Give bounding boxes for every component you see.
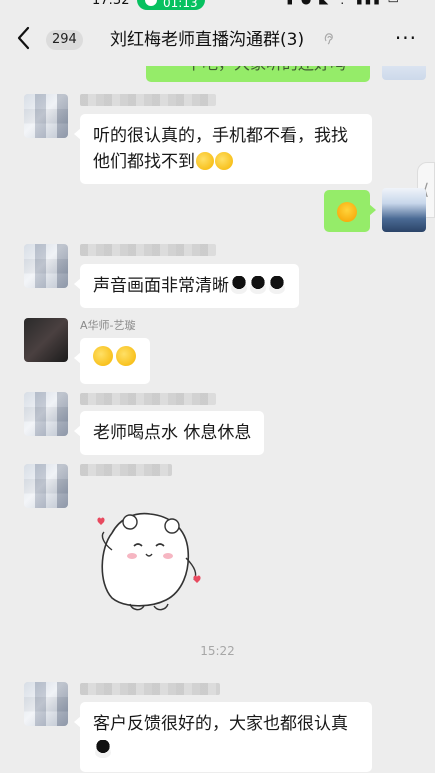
message-text: 声音画面非常清晰 [93, 276, 229, 296]
chat-message-list[interactable]: 一下吧，大家听的还好吗 ⟨ 听的很认真的，手机都不看，我找 他们都找不到 声音画… [0, 66, 435, 773]
message-bubble[interactable]: 听的很认真的，手机都不看，我找 他们都找不到 [74, 114, 372, 184]
status-bar: 17:32 01:13 ▮ ● ◣ ⋮ ▮▮▮ ▭ [0, 0, 435, 14]
chat-title: 刘红梅老师直播沟通群(3) [110, 30, 305, 50]
qq-penguin-emoji-icon [249, 276, 267, 294]
shy-face-emoji-icon [116, 346, 136, 366]
back-button[interactable] [16, 26, 44, 54]
nickname-blurred [80, 464, 172, 476]
self-avatar[interactable] [382, 188, 426, 232]
self-message-bubble[interactable] [324, 190, 376, 232]
message-text: 老师喝点水 休息休息 [93, 423, 252, 443]
nickname-blurred [80, 94, 216, 106]
chevron-left-icon [17, 26, 30, 50]
time-separator: 15:22 [200, 644, 235, 658]
message-bubble[interactable]: 声音画面非常清晰 [74, 264, 299, 308]
avatar[interactable] [24, 464, 68, 508]
phone-icon [145, 0, 157, 6]
status-time: 17:32 [92, 0, 130, 8]
nickname: A华师-艺璇 [80, 319, 136, 332]
avatar[interactable] [24, 94, 68, 138]
qq-penguin-emoji-icon [230, 276, 248, 294]
avatar[interactable] [24, 682, 68, 726]
unread-count-badge[interactable]: 294 [46, 30, 83, 50]
avatar[interactable] [24, 244, 68, 288]
message-text: 客户反馈很好的，大家也都很认真 [93, 714, 348, 734]
shy-face-emoji-icon [215, 152, 233, 170]
more-button[interactable]: ··· [395, 26, 417, 50]
shy-face-emoji-icon [93, 346, 113, 366]
nickname-blurred [80, 683, 220, 695]
ear-icon [324, 33, 333, 45]
qq-penguin-emoji-icon [268, 276, 286, 294]
cute-white-bear-sticker[interactable] [90, 488, 210, 618]
chat-header: 294 刘红梅老师直播沟通群(3) ··· [0, 14, 435, 66]
avatar[interactable] [24, 392, 68, 436]
message-bubble[interactable] [74, 338, 150, 384]
nickname-blurred [80, 393, 216, 405]
call-pill[interactable]: 01:13 [137, 0, 205, 10]
laugh-cry-emoji-icon [337, 202, 357, 222]
self-message-bubble-partial[interactable]: 一下吧，大家听的还好吗 [146, 66, 370, 82]
shy-face-emoji-icon [196, 152, 214, 170]
self-avatar[interactable] [382, 66, 426, 80]
qq-penguin-emoji-icon [94, 740, 112, 758]
message-bubble[interactable]: 老师喝点水 休息休息 [73, 411, 265, 455]
nickname-blurred [80, 244, 216, 256]
message-bubble[interactable]: 客户反馈很好的，大家也都很认真 [74, 702, 372, 772]
status-icons: ▮ ● ◣ ⋮ ▮▮▮ ▭ [286, 0, 401, 6]
call-time: 01:13 [163, 0, 198, 10]
avatar[interactable] [24, 318, 68, 362]
